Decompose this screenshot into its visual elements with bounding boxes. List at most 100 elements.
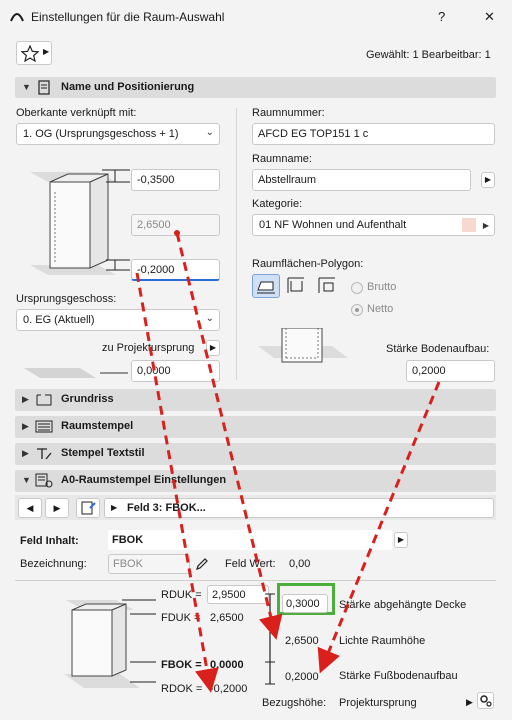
origin-story-select[interactable]: 0. EG (Aktuell) ⌄	[16, 309, 220, 331]
suspended-ceiling-input[interactable]: 0,3000	[282, 594, 328, 613]
floor-buildup-diagram	[258, 328, 348, 363]
close-button[interactable]: ✕	[484, 9, 495, 25]
chevron-down-icon: ⌄	[205, 313, 214, 324]
project-zero-icon	[24, 368, 128, 378]
fbok-label: FBOK =	[161, 659, 202, 671]
gear-icon	[480, 695, 492, 707]
selection-info: Gewählt: 1 Bearbeitbar: 1	[366, 49, 491, 61]
window-title: Einstellungen für die Raum-Auswahl	[31, 10, 225, 24]
room-stamp-icon	[35, 420, 53, 433]
room-polygon-icon	[257, 281, 275, 294]
floor-build-label: Stärke Fußbodenaufbau	[339, 670, 458, 682]
chevron-right-icon: ▶	[22, 448, 29, 458]
section-a0-raumstempel[interactable]: ▼ A0-Raumstempel Einstellungen	[15, 470, 496, 492]
chevron-right-icon: ▶	[43, 47, 50, 56]
chevron-down-icon: ▼	[22, 475, 31, 485]
reference-height-value: Projektursprung	[339, 697, 417, 709]
project-zero-label: zu Projektursprung	[102, 342, 195, 354]
designation-label: Bezeichnung:	[20, 558, 87, 570]
text-style-icon	[37, 448, 52, 460]
height-input: 2,6500	[131, 214, 220, 236]
chevron-down-icon: ▼	[22, 82, 31, 92]
rduk-input[interactable]: 2,9500	[207, 585, 269, 604]
section-label: Grundriss	[61, 393, 114, 405]
section-label: Stempel Textstil	[61, 447, 145, 459]
radio-netto-label: Netto	[367, 303, 394, 315]
designation-input: FBOK	[108, 554, 190, 574]
field-content-value: FBOK	[112, 534, 144, 546]
polygon-mode-1-button[interactable]	[252, 274, 280, 298]
floor-plan-icon	[36, 394, 52, 406]
radio-brutto-label: Brutto	[367, 281, 397, 293]
section-name-positioning[interactable]: ▼ Name und Positionierung	[15, 77, 496, 98]
next-field-button[interactable]: ▶	[45, 498, 69, 518]
chevron-right-icon: ▶	[111, 503, 118, 512]
section-label: A0-Raumstempel Einstellungen	[61, 474, 227, 486]
field-selector-value: Feld 3: FBOK...	[127, 502, 206, 514]
chevron-down-icon: ⌄	[205, 127, 214, 138]
rdok-value: -0,2000	[210, 683, 248, 695]
column-divider	[236, 108, 237, 380]
reference-height-menu-icon[interactable]: ▶	[466, 697, 473, 708]
fduk-label: FDUK =	[161, 612, 201, 624]
room-name-input[interactable]: Abstellraum	[252, 169, 471, 191]
field-content-input[interactable]: FBOK	[108, 530, 392, 550]
field-value-label: Feld Wert:	[225, 558, 276, 570]
field-selector[interactable]: ▶ Feld 3: FBOK...	[104, 498, 494, 518]
radio-brutto[interactable]	[351, 282, 363, 294]
floor-thickness-label: Stärke Bodenaufbau:	[386, 343, 490, 355]
radio-netto[interactable]	[351, 304, 363, 316]
top-offset-input[interactable]: -0,3500	[131, 169, 220, 191]
clear-height-value: 2,6500	[285, 635, 319, 647]
reference-height-label: Bezugshöhe:	[262, 697, 327, 709]
wall-boundary-icon	[287, 277, 304, 293]
rduk-label: RDUK =	[161, 589, 202, 601]
section-label: Name und Positionierung	[61, 81, 195, 93]
room-name-menu-button[interactable]: ▶	[481, 172, 495, 188]
edit-list-icon	[81, 501, 96, 515]
bottom-offset-input[interactable]: -0,2000	[131, 259, 220, 281]
polygon-label: Raumflächen-Polygon:	[252, 258, 364, 270]
project-zero-input[interactable]: 0,0000	[131, 360, 220, 382]
origin-story-label: Ursprungsgeschoss:	[16, 293, 117, 305]
top-link-select[interactable]: 1. OG (Ursprungsgeschoss + 1) ⌄	[16, 123, 220, 145]
field-value: 0,00	[289, 558, 311, 570]
section-grundriss[interactable]: ▶ Grundriss	[15, 389, 496, 411]
chevron-right-icon: ▶	[482, 221, 489, 230]
project-zero-menu-button[interactable]: ▶	[206, 340, 220, 356]
polygon-mode-2-button[interactable]	[283, 274, 311, 298]
category-label: Kategorie:	[252, 198, 303, 210]
floor-thickness-input[interactable]: 0,2000	[406, 360, 495, 382]
field-content-menu-button[interactable]: ▶	[394, 532, 408, 548]
category-color-swatch	[462, 218, 476, 232]
pencil-icon[interactable]	[194, 556, 210, 572]
settings-button[interactable]	[477, 692, 494, 709]
stamp-room-diagram	[64, 599, 156, 688]
section-raumstempel[interactable]: ▶ Raumstempel	[15, 416, 496, 438]
title-bar: Einstellungen für die Raum-Auswahl ? ✕	[0, 0, 512, 34]
stamp-settings-icon	[35, 473, 53, 488]
floor-build-value: 0,2000	[285, 671, 319, 683]
archicad-logo-icon	[10, 13, 24, 22]
favorites-button[interactable]: ▶	[16, 41, 52, 65]
room-height-diagram	[30, 169, 130, 275]
edit-field-button[interactable]	[76, 498, 100, 518]
fduk-value: 2,6500	[210, 612, 244, 624]
divider	[15, 580, 496, 581]
section-stempel-textstil[interactable]: ▶ Stempel Textstil	[15, 443, 496, 465]
chevron-left-icon: ◀	[26, 503, 34, 513]
room-tag-icon	[38, 80, 50, 95]
previous-field-button[interactable]: ◀	[18, 498, 42, 518]
room-number-input[interactable]: AFCD EG TOP151 1 c	[252, 123, 495, 145]
section-label: Raumstempel	[61, 420, 134, 432]
category-value: 01 NF Wohnen und Aufenthalt	[259, 219, 407, 231]
category-select[interactable]: 01 NF Wohnen und Aufenthalt ▶	[252, 214, 495, 236]
room-number-label: Raumnummer:	[252, 107, 325, 119]
top-link-value: 1. OG (Ursprungsgeschoss + 1)	[23, 128, 179, 140]
room-name-label: Raumname:	[252, 153, 312, 165]
chevron-right-icon: ▶	[22, 421, 29, 431]
polygon-mode-3-button[interactable]	[314, 274, 342, 298]
clear-height-label: Lichte Raumhöhe	[339, 635, 426, 647]
help-button[interactable]: ?	[438, 9, 445, 24]
fbok-value: 0,0000	[210, 659, 244, 671]
